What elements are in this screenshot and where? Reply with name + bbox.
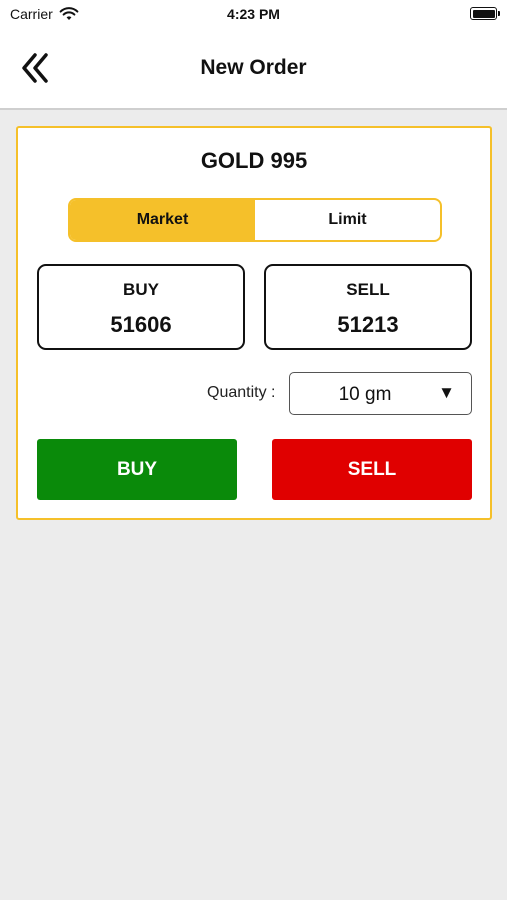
sell-button[interactable]: SELL — [272, 439, 472, 500]
quantity-value: 10 gm — [338, 384, 392, 405]
buy-quote-price: 51606 — [110, 312, 172, 337]
product-title: GOLD 995 — [200, 148, 308, 173]
quantity-dropdown[interactable]: 10 gm ▼ — [289, 372, 472, 415]
market-tab[interactable]: Market — [70, 200, 255, 240]
buy-button[interactable]: BUY — [37, 439, 237, 500]
nav-bar: New Order — [0, 40, 507, 98]
buy-quote-box: BUY 51606 — [37, 264, 245, 350]
sell-quote-box: SELL 51213 — [264, 264, 472, 350]
quantity-label: Quantity : — [207, 384, 276, 401]
status-time: 4:23 PM — [227, 6, 280, 22]
order-type-toggle: Market Limit — [68, 198, 442, 242]
top-bar: Carrier 4:23 PM New Order — [0, 0, 507, 110]
battery-icon — [470, 7, 500, 20]
page-title: New Order — [200, 56, 307, 79]
sell-quote-price: 51213 — [337, 312, 399, 337]
status-bar: Carrier 4:23 PM — [0, 0, 507, 28]
buy-quote-label: BUY — [123, 280, 159, 299]
limit-tab[interactable]: Limit — [255, 200, 440, 240]
order-card: GOLD 995 Market Limit BUY 51606 SELL 512… — [16, 126, 492, 520]
sell-quote-label: SELL — [346, 280, 390, 299]
caret-down-icon: ▼ — [438, 383, 455, 402]
